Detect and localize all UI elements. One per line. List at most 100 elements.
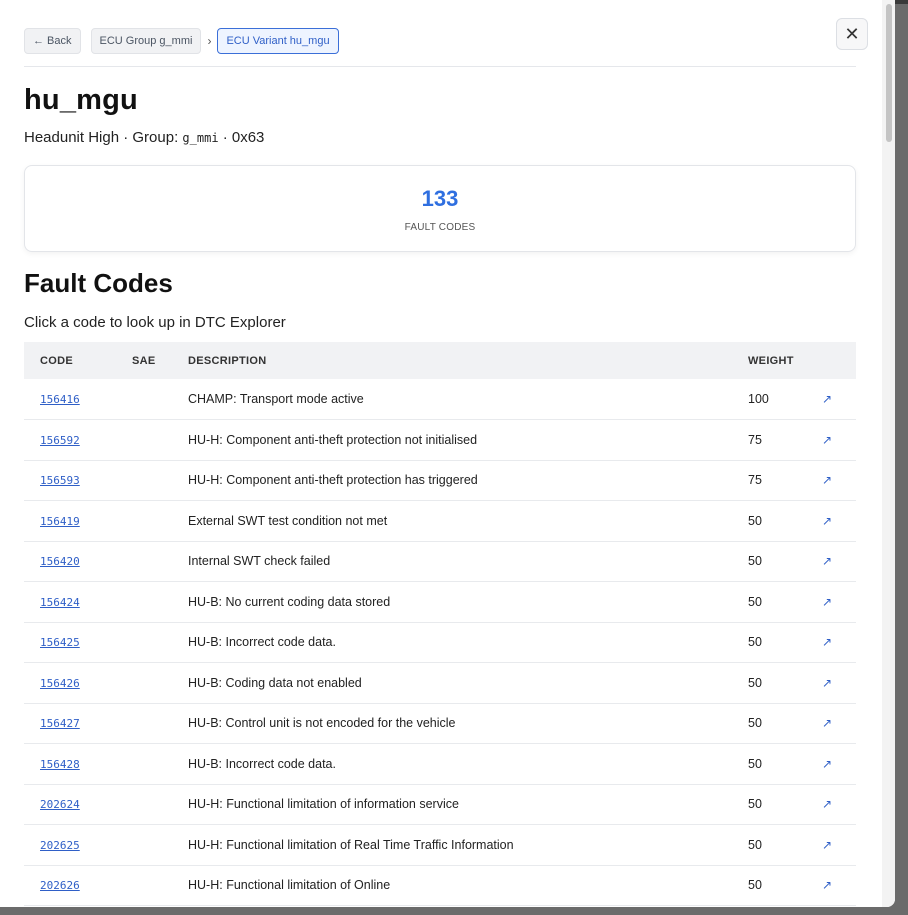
external-link-icon[interactable]: ↗ <box>812 501 856 542</box>
external-link-icon[interactable]: ↗ <box>812 420 856 461</box>
breadcrumb-ecu-group[interactable]: ECU Group g_mmi <box>90 28 202 54</box>
description-cell: HU-H: Component anti-theft protection ha… <box>188 473 478 488</box>
sae-cell <box>116 663 172 704</box>
column-header-weight[interactable]: WEIGHT <box>732 342 812 379</box>
back-button[interactable]: ← Back <box>24 28 81 54</box>
close-button[interactable]: ✕ <box>836 18 868 50</box>
code-cell: 156428 <box>24 744 116 785</box>
table-row[interactable]: 202626 HU-H: Functional limitation of Onl… <box>24 865 856 906</box>
external-link-icon[interactable]: ↗ <box>812 379 856 420</box>
fault-code-link[interactable]: 156416 <box>40 393 80 406</box>
table-row[interactable]: 202624 HU-H: Functional limitation of inf… <box>24 784 856 825</box>
sae-cell <box>116 420 172 461</box>
weight-cell: 100 <box>748 392 769 406</box>
code-cell: 156425 <box>24 622 116 663</box>
table-row[interactable]: 202625 HU-H: Functional limitation of Rea… <box>24 825 856 866</box>
code-cell: 156426 <box>24 663 116 704</box>
fault-code-link[interactable]: 156428 <box>40 758 80 771</box>
description-cell: HU-B: No current coding data stored <box>188 594 391 609</box>
weight-cell: 75 <box>748 432 762 447</box>
external-link-icon[interactable]: ↗ <box>812 582 856 623</box>
modal-content: ← Back ECU Group g_mmi › ECU Variant hu_… <box>24 18 868 906</box>
table-header-row: CODE SAE DESCRIPTION WEIGHT <box>24 342 856 379</box>
description-cell: HU-B: Incorrect code data. <box>188 756 336 771</box>
external-link-icon[interactable]: ↗ <box>812 460 856 501</box>
external-link-icon[interactable]: ↗ <box>812 703 856 744</box>
table-row[interactable]: 156427 HU-B: Control unit is not encoded … <box>24 703 856 744</box>
weight-cell: 50 <box>748 513 762 528</box>
fault-code-link[interactable]: 156426 <box>40 677 80 690</box>
section-title: Fault Codes <box>24 268 173 298</box>
sae-cell <box>116 825 172 866</box>
fault-code-link[interactable]: 156420 <box>40 555 80 568</box>
table-row[interactable]: 156416 CHAMP: Transport mode active 100 ↗ <box>24 379 856 420</box>
fault-count-label: FAULT CODES <box>404 222 476 233</box>
fault-codes-table: CODE SAE DESCRIPTION WEIGHT 156416 CHAMP:… <box>24 342 856 906</box>
external-link-icon[interactable]: ↗ <box>812 744 856 785</box>
external-link-icon[interactable]: ↗ <box>812 663 856 704</box>
sae-cell <box>116 582 172 623</box>
column-header-description[interactable]: DESCRIPTION <box>172 342 732 379</box>
external-link-icon[interactable]: ↗ <box>812 825 856 866</box>
sae-cell <box>116 379 172 420</box>
fault-code-link[interactable]: 202625 <box>40 839 80 852</box>
table-row[interactable]: 156419 External SWT test condition not me… <box>24 501 856 542</box>
sae-cell <box>116 744 172 785</box>
weight-cell: 50 <box>748 594 762 609</box>
fault-code-link[interactable]: 156427 <box>40 717 80 730</box>
code-cell: 156420 <box>24 541 116 582</box>
code-cell: 156424 <box>24 582 116 623</box>
sae-cell <box>116 784 172 825</box>
external-link-icon[interactable]: ↗ <box>812 541 856 582</box>
sae-cell <box>116 622 172 663</box>
fault-code-link[interactable]: 202624 <box>40 798 80 811</box>
external-link-icon[interactable]: ↗ <box>812 784 856 825</box>
sae-cell <box>116 865 172 906</box>
weight-cell: 50 <box>748 878 762 893</box>
weight-cell: 75 <box>748 473 762 488</box>
code-cell: 202625 <box>24 825 116 866</box>
description-cell: HU-H: Functional limitation of Online <box>188 878 391 893</box>
header-divider <box>24 66 856 67</box>
table-row[interactable]: 156426 HU-B: Coding data not enabled 50 ↗ <box>24 663 856 704</box>
column-header-link <box>812 342 856 379</box>
description-cell: Internal SWT check failed <box>188 554 331 569</box>
weight-cell: 50 <box>748 635 762 650</box>
weight-cell: 50 <box>748 675 762 690</box>
breadcrumb-ecu-variant[interactable]: ECU Variant hu_mgu <box>217 28 339 54</box>
close-icon: ✕ <box>844 23 860 44</box>
sae-cell <box>116 460 172 501</box>
external-link-icon[interactable]: ↗ <box>812 622 856 663</box>
table-row[interactable]: 156593 HU-H: Component anti-theft protect… <box>24 460 856 501</box>
fault-code-link[interactable]: 156424 <box>40 596 80 609</box>
code-cell: 202624 <box>24 784 116 825</box>
table-row[interactable]: 156425 HU-B: Incorrect code data. 50 ↗ <box>24 622 856 663</box>
sae-cell <box>116 703 172 744</box>
modal-scrollbar[interactable] <box>882 0 895 907</box>
table-row[interactable]: 156428 HU-B: Incorrect code data. 50 ↗ <box>24 744 856 785</box>
table-row[interactable]: 156424 HU-B: No current coding data store… <box>24 582 856 623</box>
fault-count-value: 133 <box>421 186 459 211</box>
page-title: hu_mgu <box>24 84 138 116</box>
fault-code-link[interactable]: 156419 <box>40 515 80 528</box>
code-cell: 202626 <box>24 865 116 906</box>
column-header-sae[interactable]: SAE <box>116 342 172 379</box>
weight-cell: 50 <box>748 797 762 812</box>
weight-cell: 50 <box>748 554 762 569</box>
fault-code-link[interactable]: 156592 <box>40 434 80 447</box>
fault-code-link[interactable]: 202626 <box>40 879 80 892</box>
description-cell: HU-H: Component anti-theft protection no… <box>188 432 478 447</box>
fault-code-link[interactable]: 156425 <box>40 636 80 649</box>
sae-cell <box>116 501 172 542</box>
description-cell: CHAMP: Transport mode active <box>188 392 364 406</box>
section-hint: Click a code to look up in DTC Explorer <box>24 314 286 331</box>
external-link-icon[interactable]: ↗ <box>812 865 856 906</box>
fault-code-link[interactable]: 156593 <box>40 474 80 487</box>
table-row[interactable]: 156420 Internal SWT check failed 50 ↗ <box>24 541 856 582</box>
weight-cell: 50 <box>748 716 762 731</box>
table-row[interactable]: 156592 HU-H: Component anti-theft protect… <box>24 420 856 461</box>
column-header-code[interactable]: CODE <box>24 342 116 379</box>
ecu-variant-modal: ← Back ECU Group g_mmi › ECU Variant hu_… <box>0 0 895 907</box>
scrollbar-thumb[interactable] <box>886 4 892 142</box>
weight-cell: 50 <box>748 837 762 852</box>
